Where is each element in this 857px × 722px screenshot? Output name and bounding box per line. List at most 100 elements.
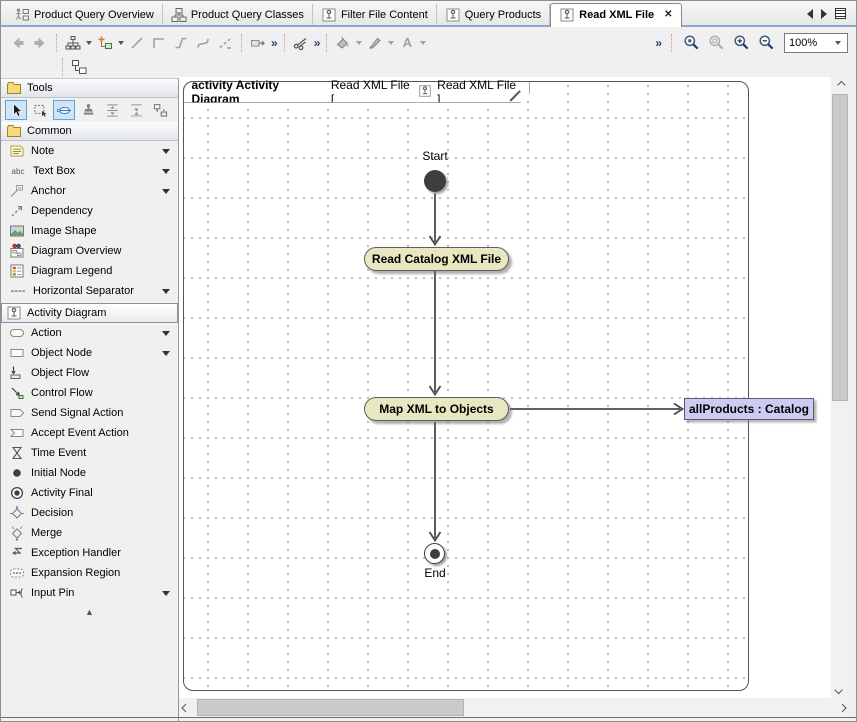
horizontal-scrollbar-thumb[interactable] (197, 699, 464, 716)
zoom-fit-button[interactable] (705, 32, 727, 54)
overflow-chevron[interactable]: » (655, 36, 661, 50)
palette-item-exception-handler[interactable]: Exception Handler (1, 543, 178, 563)
scroll-right-button[interactable] (833, 698, 849, 717)
chevron-down-icon[interactable] (162, 591, 170, 596)
palette-item-control-flow[interactable]: Control Flow (1, 383, 178, 403)
zoom-out-button[interactable] (755, 32, 777, 54)
chevron-down-icon[interactable] (162, 189, 170, 194)
palette-item-input-pin[interactable]: Input Pin (1, 583, 178, 603)
scroll-tabs-left-icon[interactable] (807, 9, 813, 19)
palette-item-anchor[interactable]: Anchor (1, 181, 178, 201)
distribute-vertically-tool-button[interactable] (101, 100, 123, 120)
zoom-in-button[interactable] (730, 32, 752, 54)
palette-item-expansion-region[interactable]: Expansion Region (1, 563, 178, 583)
dropdown-arrow-icon[interactable] (86, 41, 92, 45)
palette-item-action[interactable]: Action (1, 323, 178, 343)
palette-item-label: Text Box (33, 165, 75, 177)
chevron-down-icon[interactable] (162, 289, 170, 294)
control-flow-icon (9, 385, 25, 401)
palette-item-object-flow[interactable]: Object Flow (1, 363, 178, 383)
palette-item-activity-final[interactable]: Activity Final (1, 483, 178, 503)
tab-product-query-overview[interactable]: Product Query Overview (6, 4, 163, 25)
palette-item-note[interactable]: Note (1, 141, 178, 161)
common-section-header[interactable]: Common (1, 122, 178, 141)
font-color-button[interactable]: A (396, 32, 418, 54)
palette-item-label: Initial Node (31, 467, 86, 479)
palette-item-dependency[interactable]: Dependency (1, 201, 178, 221)
palette-scroll-up-icon[interactable]: ▲ (1, 603, 178, 617)
scroll-tabs-right-icon[interactable] (821, 9, 827, 19)
palette-item-text-box[interactable]: abc Text Box (1, 161, 178, 181)
add-related-element-button[interactable] (94, 32, 116, 54)
chevron-down-icon[interactable] (162, 351, 170, 356)
tab-filter-file-content[interactable]: Filter File Content (313, 4, 437, 25)
activity-final-node[interactable] (424, 543, 445, 564)
palette-item-send-signal-action[interactable]: Send Signal Action (1, 403, 178, 423)
line-color-button[interactable] (364, 32, 386, 54)
vertical-scrollbar[interactable] (831, 77, 849, 698)
related-elements-tree-button[interactable] (62, 32, 84, 54)
palette-item-image-shape[interactable]: Image Shape (1, 221, 178, 241)
stamp-tool-button[interactable] (77, 100, 99, 120)
tab-query-products[interactable]: Query Products (437, 4, 550, 25)
path-rectilinear-button[interactable] (148, 32, 170, 54)
activity-diagram-section-header[interactable]: Activity Diagram (1, 303, 178, 323)
scissors-button[interactable] (290, 32, 312, 54)
palette-item-accept-event-action[interactable]: Accept Event Action (1, 423, 178, 443)
display-related-button[interactable] (247, 32, 269, 54)
palette-item-diagram-overview[interactable]: Diagram Overview (1, 241, 178, 261)
scroll-up-button[interactable] (831, 77, 849, 93)
swap-elements-tool-button[interactable] (149, 100, 171, 120)
activity-overview-icon (14, 7, 30, 23)
secondary-toolbar (1, 56, 856, 77)
zoom-1-1-button[interactable] (680, 32, 702, 54)
tab-read-xml-file[interactable]: Read XML File ✕ (550, 3, 681, 27)
initial-node[interactable] (424, 170, 446, 192)
object-node-allproducts-catalog[interactable]: allProducts : Catalog (684, 398, 814, 420)
scroll-down-button[interactable] (831, 682, 849, 698)
palette-item-label: Anchor (31, 185, 66, 197)
close-tab-icon[interactable]: ✕ (664, 9, 672, 20)
overflow-chevron[interactable]: » (271, 36, 277, 50)
forward-button[interactable] (29, 32, 51, 54)
back-button[interactable] (7, 32, 29, 54)
diagram-canvas[interactable]: activity Activity Diagram Read XML File … (179, 77, 831, 698)
palette-item-initial-node[interactable]: Initial Node (1, 463, 178, 483)
chevron-down-icon[interactable] (162, 169, 170, 174)
palette-item-horizontal-separator[interactable]: ---- Horizontal Separator (1, 281, 178, 301)
dropdown-arrow-icon[interactable] (388, 41, 394, 45)
chevron-down-icon[interactable] (162, 331, 170, 336)
zoom-level-select[interactable]: 100% (784, 33, 848, 53)
overflow-chevron[interactable]: » (314, 36, 320, 50)
tab-list-icon[interactable] (835, 8, 846, 19)
scroll-left-button[interactable] (179, 698, 195, 717)
select-tool-button[interactable] (5, 100, 27, 120)
diagram-overview-icon (9, 243, 25, 259)
palette-item-diagram-legend[interactable]: Diagram Legend (1, 261, 178, 281)
dropdown-arrow-icon[interactable] (356, 41, 362, 45)
palette-item-time-event[interactable]: Time Event (1, 443, 178, 463)
palette-item-label: Activity Final (31, 487, 93, 499)
horizontal-scrollbar[interactable] (179, 698, 849, 717)
path-oblique-button[interactable] (170, 32, 192, 54)
tools-section-header[interactable]: Tools (1, 79, 178, 98)
dropdown-arrow-icon[interactable] (118, 41, 124, 45)
select-free-tool-button[interactable] (29, 100, 51, 120)
containment-button[interactable] (68, 56, 90, 78)
action-read-catalog-xml-file[interactable]: Read Catalog XML File (364, 247, 509, 271)
chevron-down-icon[interactable] (162, 149, 170, 154)
path-curved-button[interactable] (192, 32, 214, 54)
tab-product-query-classes[interactable]: Product Query Classes (163, 4, 313, 25)
palette-item-merge[interactable]: Merge (1, 523, 178, 543)
resize-height-tool-button[interactable] (125, 100, 147, 120)
dropdown-arrow-icon[interactable] (420, 41, 426, 45)
palette-item-object-node[interactable]: Object Node (1, 343, 178, 363)
action-map-xml-to-objects[interactable]: Map XML to Objects (364, 397, 509, 421)
link-tool-button[interactable] (53, 100, 75, 120)
main-toolbar: » » A » (1, 29, 856, 56)
path-custom-button[interactable] (214, 32, 236, 54)
palette-item-decision[interactable]: Decision (1, 503, 178, 523)
fill-color-button[interactable] (332, 32, 354, 54)
path-straight-button[interactable] (126, 32, 148, 54)
vertical-scrollbar-thumb[interactable] (832, 94, 848, 401)
